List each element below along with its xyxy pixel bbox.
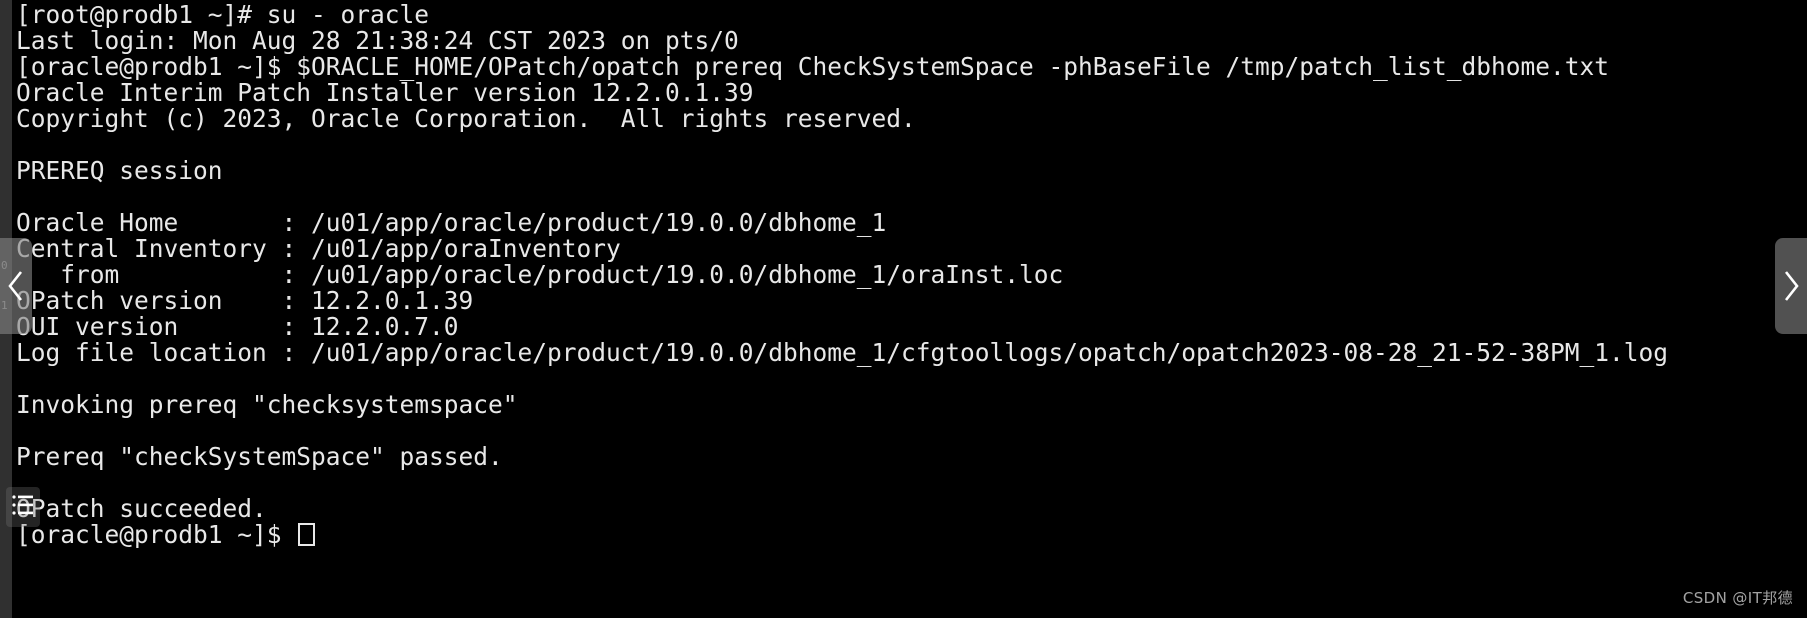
list-menu-button[interactable]: [6, 487, 40, 527]
terminal-line: Oracle Interim Patch Installer version 1…: [16, 78, 754, 107]
terminal-line: Copyright (c) 2023, Oracle Corporation. …: [16, 104, 916, 133]
chevron-left-icon: [7, 269, 25, 303]
terminal-line-prompt: [oracle@prodb1 ~]$: [16, 522, 1807, 548]
terminal-line-opatch-version: OPatch version : 12.2.0.1.39: [16, 286, 474, 315]
terminal-line-invoking: Invoking prereq "checksystemspace": [16, 390, 518, 419]
terminal-line-prereq-result: Prereq "checkSystemSpace" passed.: [16, 442, 503, 471]
csdn-watermark: CSDN @IT邦德: [1682, 589, 1793, 607]
cursor-block: [298, 523, 316, 546]
nav-previous-button[interactable]: [0, 238, 32, 334]
terminal-line-log-file: Log file location : /u01/app/oracle/prod…: [16, 338, 1669, 367]
terminal-line: [root@prodb1 ~]# su - oracle: [16, 0, 430, 29]
chevron-right-icon: [1782, 269, 1800, 303]
terminal-screenshot: [root@prodb1 ~]# su - oracle Last login:…: [0, 0, 1807, 618]
terminal-line-oracle-home: Oracle Home : /u01/app/oracle/product/19…: [16, 208, 887, 237]
terminal-line: Last login: Mon Aug 28 21:38:24 CST 2023…: [16, 26, 739, 55]
list-menu-icon: [11, 492, 35, 522]
terminal-line-succeeded: OPatch succeeded.: [16, 494, 267, 523]
terminal-output[interactable]: [root@prodb1 ~]# su - oracle Last login:…: [0, 0, 1807, 618]
terminal-line-from: from : /u01/app/oracle/product/19.0.0/db…: [16, 260, 1064, 289]
terminal-line-session-header: PREREQ session: [16, 156, 223, 185]
nav-next-button[interactable]: [1775, 238, 1807, 334]
prompt-text: [oracle@prodb1 ~]$: [16, 520, 297, 549]
terminal-line-command: [oracle@prodb1 ~]$ $ORACLE_HOME/OPatch/o…: [16, 52, 1610, 81]
terminal-line-oui-version: OUI version : 12.2.0.7.0: [16, 312, 459, 341]
terminal-line-central-inventory: Central Inventory : /u01/app/oraInventor…: [16, 234, 621, 263]
